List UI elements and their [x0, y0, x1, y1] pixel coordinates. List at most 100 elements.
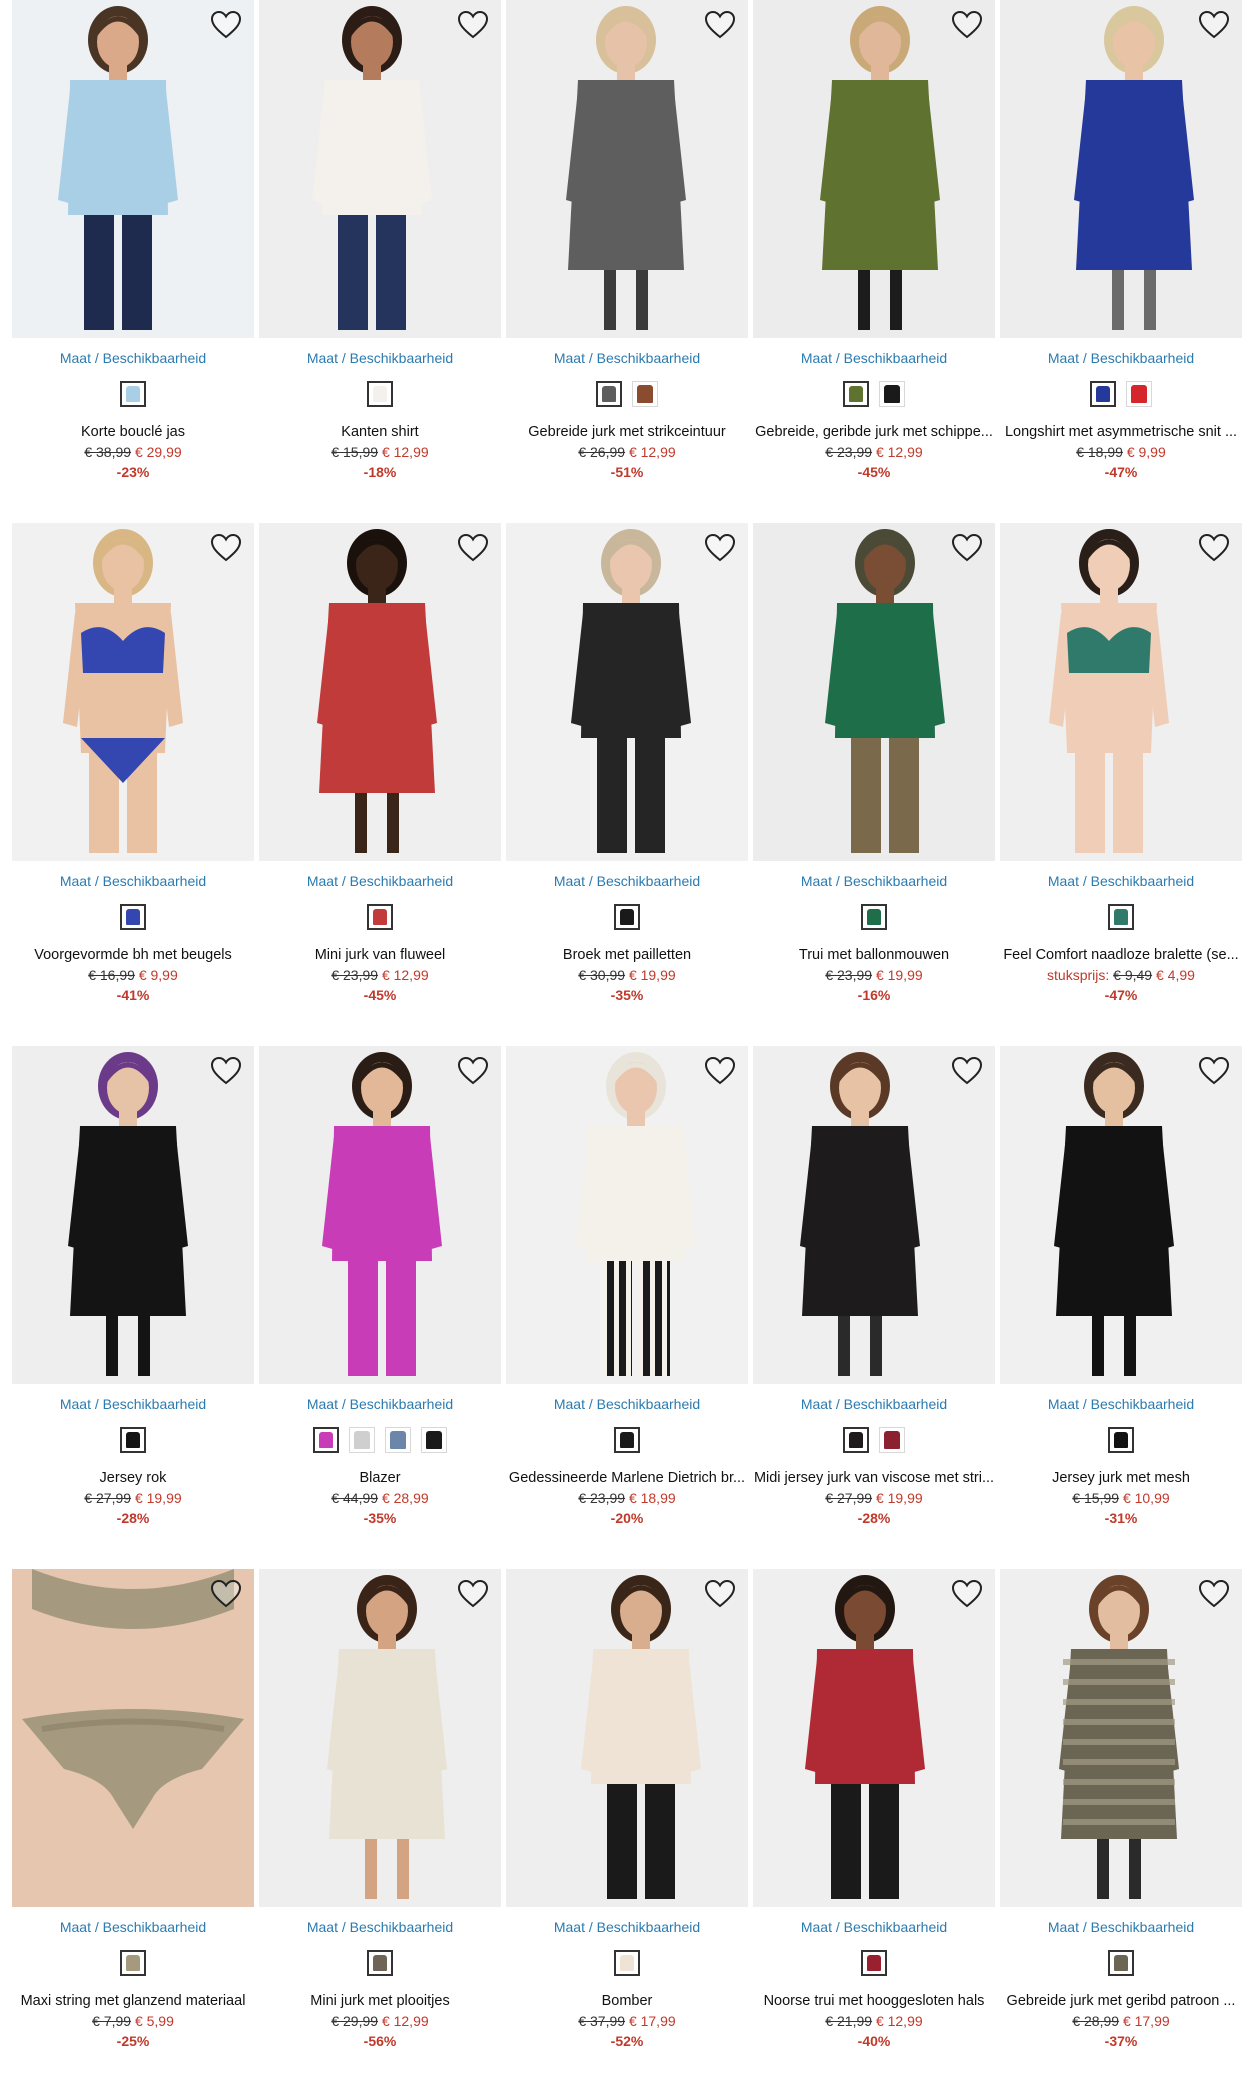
heart-icon[interactable] — [951, 533, 983, 563]
product-card[interactable]: Maat / Beschikbaarheid Mini jurk met plo… — [259, 1569, 501, 2069]
color-swatch[interactable] — [614, 1950, 640, 1976]
size-availability-link[interactable]: Maat / Beschikbaarheid — [259, 1919, 501, 1935]
heart-icon[interactable] — [210, 1579, 242, 1609]
color-swatch[interactable] — [120, 1950, 146, 1976]
size-availability-link[interactable]: Maat / Beschikbaarheid — [12, 1919, 254, 1935]
product-name[interactable]: Voorgevormde bh met beugels — [12, 947, 254, 963]
product-image[interactable] — [12, 523, 254, 861]
color-swatch[interactable] — [861, 1950, 887, 1976]
color-swatch[interactable] — [861, 904, 887, 930]
size-availability-link[interactable]: Maat / Beschikbaarheid — [506, 1396, 748, 1412]
product-image[interactable] — [506, 523, 748, 861]
color-swatch[interactable] — [1108, 1950, 1134, 1976]
product-image[interactable] — [506, 1046, 748, 1384]
color-swatch[interactable] — [1090, 381, 1116, 407]
size-availability-link[interactable]: Maat / Beschikbaarheid — [506, 873, 748, 889]
product-name[interactable]: Gedessineerde Marlene Dietrich br... — [506, 1470, 748, 1486]
product-name[interactable]: Maxi string met glanzend materiaal — [12, 1993, 254, 2009]
color-swatch[interactable] — [120, 904, 146, 930]
heart-icon[interactable] — [1198, 1579, 1230, 1609]
product-name[interactable]: Gebreide, geribde jurk met schippe... — [753, 424, 995, 440]
color-swatch[interactable] — [120, 1427, 146, 1453]
product-image[interactable] — [259, 523, 501, 861]
product-name[interactable]: Noorse trui met hooggesloten hals — [753, 1993, 995, 2009]
heart-icon[interactable] — [951, 1056, 983, 1086]
product-image[interactable] — [12, 1569, 254, 1907]
size-availability-link[interactable]: Maat / Beschikbaarheid — [12, 873, 254, 889]
product-name[interactable]: Mini jurk met plooitjes — [259, 1993, 501, 2009]
product-name[interactable]: Kanten shirt — [259, 424, 501, 440]
color-swatch[interactable] — [632, 381, 658, 407]
color-swatch[interactable] — [879, 381, 905, 407]
product-card[interactable]: Maat / Beschikbaarheid Gebreide, geribde… — [753, 0, 995, 500]
product-card[interactable]: Maat / Beschikbaarheid Longshirt met asy… — [1000, 0, 1242, 500]
product-card[interactable]: Maat / Beschikbaarheid Gebreide jurk met… — [1000, 1569, 1242, 2069]
color-swatch[interactable] — [596, 381, 622, 407]
heart-icon[interactable] — [704, 10, 736, 40]
product-image[interactable] — [753, 0, 995, 338]
product-card[interactable]: Maat / Beschikbaarheid Gedessineerde Mar… — [506, 1046, 748, 1546]
product-card[interactable]: Maat / Beschikbaarheid Kanten shirt € 15… — [259, 0, 501, 500]
product-image[interactable] — [12, 1046, 254, 1384]
color-swatch[interactable] — [614, 904, 640, 930]
size-availability-link[interactable]: Maat / Beschikbaarheid — [12, 350, 254, 366]
product-card[interactable]: Maat / Beschikbaarheid Maxi string met g… — [12, 1569, 254, 2069]
size-availability-link[interactable]: Maat / Beschikbaarheid — [753, 873, 995, 889]
color-swatch[interactable] — [843, 381, 869, 407]
product-image[interactable] — [259, 1569, 501, 1907]
heart-icon[interactable] — [210, 533, 242, 563]
product-card[interactable]: Maat / Beschikbaarheid Noorse trui met h… — [753, 1569, 995, 2069]
heart-icon[interactable] — [1198, 533, 1230, 563]
size-availability-link[interactable]: Maat / Beschikbaarheid — [753, 1396, 995, 1412]
product-name[interactable]: Feel Comfort naadloze bralette (se... — [1000, 947, 1242, 963]
color-swatch[interactable] — [1108, 904, 1134, 930]
heart-icon[interactable] — [210, 1056, 242, 1086]
heart-icon[interactable] — [704, 533, 736, 563]
heart-icon[interactable] — [1198, 10, 1230, 40]
heart-icon[interactable] — [704, 1056, 736, 1086]
heart-icon[interactable] — [457, 1579, 489, 1609]
size-availability-link[interactable]: Maat / Beschikbaarheid — [1000, 1396, 1242, 1412]
size-availability-link[interactable]: Maat / Beschikbaarheid — [506, 350, 748, 366]
product-name[interactable]: Mini jurk van fluweel — [259, 947, 501, 963]
product-name[interactable]: Bomber — [506, 1993, 748, 2009]
product-name[interactable]: Midi jersey jurk van viscose met stri... — [753, 1470, 995, 1486]
product-card[interactable]: Maat / Beschikbaarheid Mini jurk van flu… — [259, 523, 501, 1023]
color-swatch[interactable] — [614, 1427, 640, 1453]
heart-icon[interactable] — [704, 1579, 736, 1609]
size-availability-link[interactable]: Maat / Beschikbaarheid — [259, 873, 501, 889]
product-card[interactable]: Maat / Beschikbaarheid Feel Comfort naad… — [1000, 523, 1242, 1023]
product-name[interactable]: Gebreide jurk met geribd patroon ... — [1000, 1993, 1242, 2009]
product-card[interactable]: Maat / Beschikbaarheid Trui met ballonmo… — [753, 523, 995, 1023]
color-swatch[interactable] — [367, 1950, 393, 1976]
product-image[interactable] — [12, 0, 254, 338]
heart-icon[interactable] — [1198, 1056, 1230, 1086]
product-card[interactable]: Maat / Beschikbaarheid Jersey rok € 27,9… — [12, 1046, 254, 1546]
product-image[interactable] — [1000, 1046, 1242, 1384]
color-swatch[interactable] — [421, 1427, 447, 1453]
heart-icon[interactable] — [951, 10, 983, 40]
product-card[interactable]: Maat / Beschikbaarheid Jersey jurk met m… — [1000, 1046, 1242, 1546]
product-image[interactable] — [753, 1569, 995, 1907]
size-availability-link[interactable]: Maat / Beschikbaarheid — [753, 350, 995, 366]
product-name[interactable]: Gebreide jurk met strikceintuur — [506, 424, 748, 440]
color-swatch[interactable] — [385, 1427, 411, 1453]
size-availability-link[interactable]: Maat / Beschikbaarheid — [1000, 873, 1242, 889]
product-name[interactable]: Broek met pailletten — [506, 947, 748, 963]
color-swatch[interactable] — [1126, 381, 1152, 407]
product-image[interactable] — [1000, 0, 1242, 338]
size-availability-link[interactable]: Maat / Beschikbaarheid — [506, 1919, 748, 1935]
product-card[interactable]: Maat / Beschikbaarheid Gebreide jurk met… — [506, 0, 748, 500]
product-name[interactable]: Trui met ballonmouwen — [753, 947, 995, 963]
color-swatch[interactable] — [120, 381, 146, 407]
product-image[interactable] — [259, 1046, 501, 1384]
product-image[interactable] — [1000, 523, 1242, 861]
product-name[interactable]: Longshirt met asymmetrische snit ... — [1000, 424, 1242, 440]
size-availability-link[interactable]: Maat / Beschikbaarheid — [12, 1396, 254, 1412]
size-availability-link[interactable]: Maat / Beschikbaarheid — [259, 350, 501, 366]
color-swatch[interactable] — [1108, 1427, 1134, 1453]
product-card[interactable]: Maat / Beschikbaarheid Voorgevormde bh m… — [12, 523, 254, 1023]
product-image[interactable] — [1000, 1569, 1242, 1907]
heart-icon[interactable] — [457, 1056, 489, 1086]
heart-icon[interactable] — [457, 533, 489, 563]
